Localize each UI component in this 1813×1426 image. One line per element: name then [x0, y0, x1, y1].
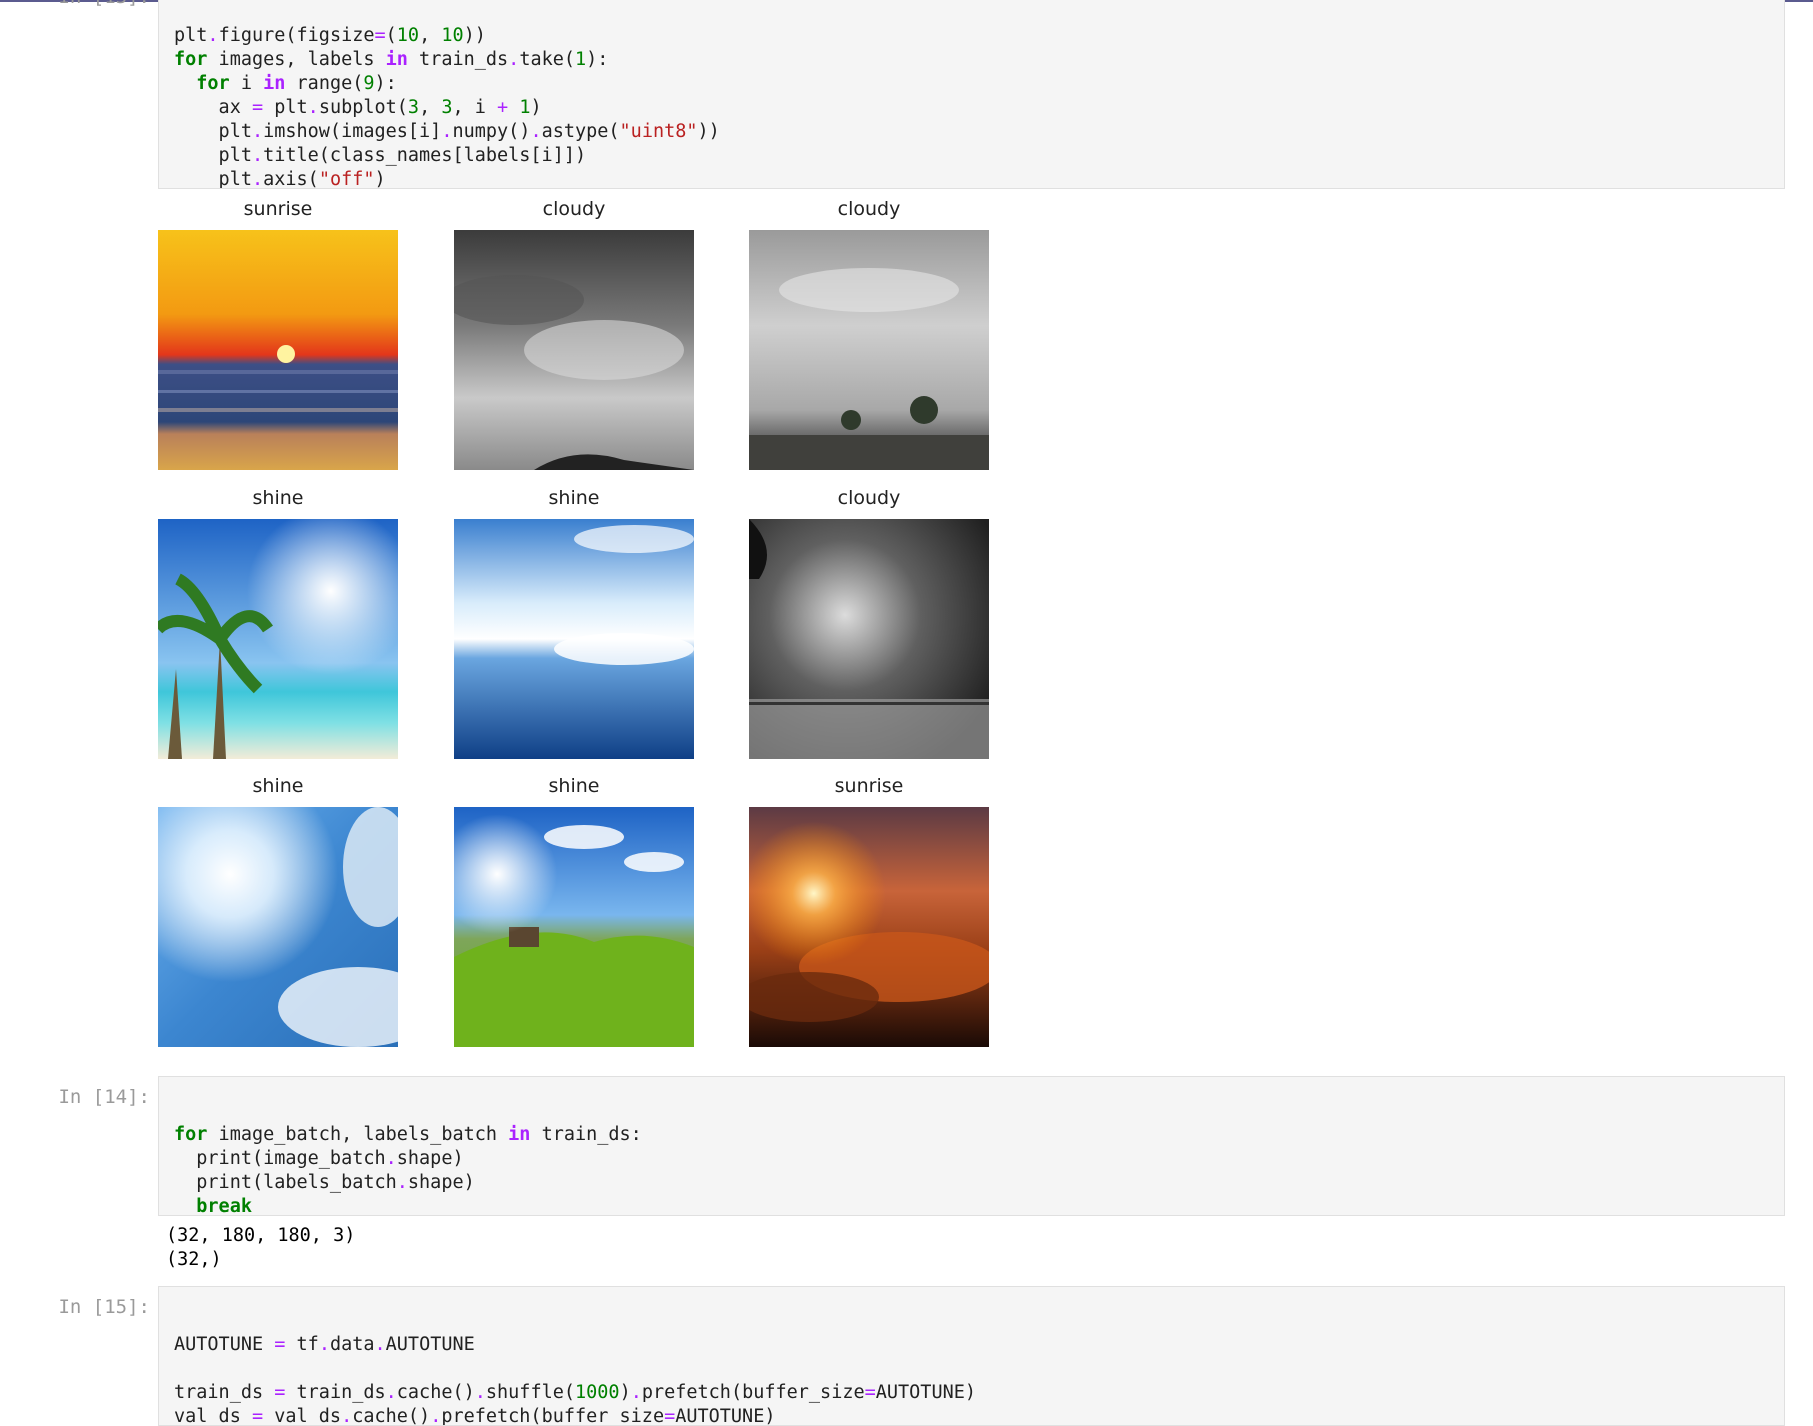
subplot: sunrise — [158, 198, 398, 470]
code-line: AUTOTUNE = tf.data.AUTOTUNE — [174, 1334, 475, 1355]
code-cell-14[interactable]: for image_batch, labels_batch in train_d… — [158, 1076, 1785, 1216]
subplot-title: sunrise — [834, 775, 904, 797]
code-line: val_ds = val_ds.cache().prefetch(buffer_… — [174, 1406, 776, 1426]
subplot-title: cloudy — [542, 198, 606, 220]
subplot-image — [454, 230, 694, 470]
subplot: cloudy — [749, 198, 989, 470]
subplot-image — [749, 519, 989, 759]
subplot-image — [454, 519, 694, 759]
cell-output-14: (32, 180, 180, 3) (32,) — [166, 1224, 355, 1272]
code-line: plt.imshow(images[i].numpy().astype("uin… — [174, 121, 720, 142]
subplot-image — [749, 230, 989, 470]
subplot: shine — [454, 487, 694, 759]
code-line: plt.title(class_names[labels[i]]) — [174, 145, 587, 166]
code-line: print(labels_batch.shape) — [174, 1172, 475, 1193]
subplot: sunrise — [749, 775, 989, 1047]
subplot-image — [454, 807, 694, 1047]
output-line: (32,) — [166, 1249, 222, 1270]
subplot-title: shine — [548, 487, 600, 509]
subplot-image — [158, 519, 398, 759]
cell-prompt-13: In [13]: — [0, 0, 150, 8]
subplot: shine — [158, 775, 398, 1047]
subplot-title: shine — [252, 775, 304, 797]
image-grid-figure: sunrise cloudy cloudy shine shine cloudy shine… — [158, 198, 1028, 1058]
subplot-image — [749, 807, 989, 1047]
code-cell-15[interactable]: AUTOTUNE = tf.data.AUTOTUNE train_ds = tr… — [158, 1286, 1785, 1426]
subplot-title: sunrise — [243, 198, 313, 220]
code-line: plt.figure(figsize=(10, 10)) — [174, 25, 486, 46]
subplot-image — [158, 230, 398, 470]
output-line: (32, 180, 180, 3) — [166, 1225, 356, 1246]
subplot-title: cloudy — [837, 487, 901, 509]
code-line: for image_batch, labels_batch in train_d… — [174, 1124, 642, 1145]
subplot: shine — [158, 487, 398, 759]
code-line: ax = plt.subplot(3, 3, i + 1) — [174, 97, 542, 118]
subplot: cloudy — [749, 487, 989, 759]
subplot: cloudy — [454, 198, 694, 470]
code-line: for images, labels in train_ds.take(1): — [174, 49, 609, 70]
subplot-title: cloudy — [837, 198, 901, 220]
code-line: for i in range(9): — [196, 73, 397, 94]
subplot-title: shine — [252, 487, 304, 509]
code-line: plt.axis("off") — [174, 169, 386, 189]
code-line: train_ds = train_ds.cache().shuffle(1000… — [174, 1382, 976, 1403]
code-cell-13[interactable]: plt.figure(figsize=(10, 10)) for images, … — [158, 0, 1785, 189]
subplot-image — [158, 807, 398, 1047]
cell-prompt-15: In [15]: — [58, 1296, 150, 1318]
code-line: print(image_batch.shape) — [174, 1148, 464, 1169]
cell-prompt-14: In [14]: — [58, 1086, 150, 1108]
subplot-title: shine — [548, 775, 600, 797]
code-line: break — [196, 1196, 252, 1216]
subplot: shine — [454, 775, 694, 1047]
